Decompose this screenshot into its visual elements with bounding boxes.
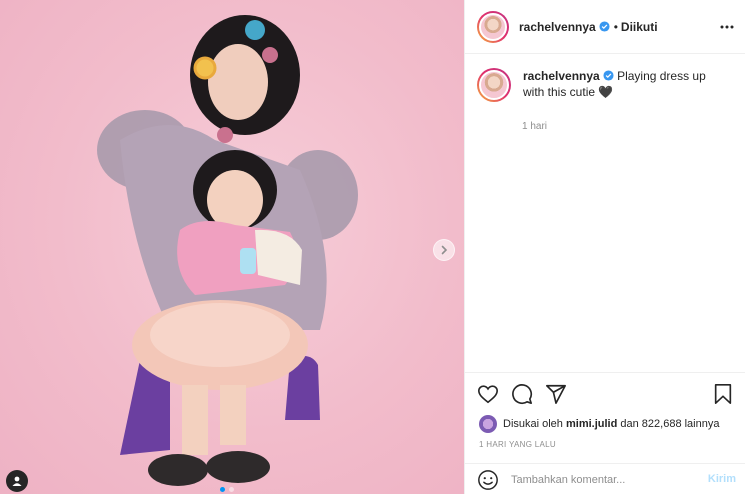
liker-avatar[interactable] (479, 415, 497, 433)
caption-timestamp: 1 hari (522, 121, 548, 132)
heart-icon (478, 385, 498, 404)
carousel-indicator (220, 487, 234, 492)
post-caption: rachelvennya Playing dress up with this … (477, 68, 737, 102)
post-timestamp[interactable]: 1 HARI YANG LALU (479, 440, 556, 449)
verified-icon (603, 70, 614, 81)
more-icon[interactable] (720, 19, 734, 35)
like-button[interactable] (477, 383, 499, 405)
likes-summary: Disukai oleh mimi.julid dan 822,688 lain… (479, 415, 719, 433)
follow-separator: • (613, 19, 618, 34)
comment-input[interactable] (511, 473, 701, 486)
author-username[interactable]: rachelvennya (519, 20, 596, 34)
caption-username[interactable]: rachelvennya (523, 69, 600, 83)
chevron-right-icon (441, 245, 448, 255)
carousel-next-button[interactable] (433, 239, 455, 261)
likes-prefix: Disukai oleh (503, 418, 563, 430)
carousel-dot-active (220, 487, 225, 492)
post-side-panel: rachelvennya • Diikuti rachelvennya Play… (464, 0, 745, 494)
comment-composer: Kirim (465, 463, 745, 494)
post-photo (97, 15, 358, 486)
author-avatar[interactable] (477, 10, 509, 43)
post-header: rachelvennya • Diikuti (465, 0, 745, 54)
comment-icon (512, 384, 533, 405)
bookmark-icon (714, 384, 732, 404)
share-button[interactable] (545, 383, 567, 405)
caption-text: rachelvennya Playing dress up with this … (523, 68, 723, 102)
send-comment-button[interactable]: Kirim (708, 473, 736, 485)
action-icons (477, 383, 567, 405)
follow-status-button[interactable]: Diikuti (621, 20, 658, 34)
carousel-dot (229, 487, 234, 492)
user-tag-icon (12, 476, 22, 486)
caption-author-avatar[interactable] (477, 68, 511, 102)
verified-icon (599, 21, 610, 32)
post-media[interactable] (0, 0, 464, 494)
share-icon (546, 384, 566, 404)
user-tag-button[interactable] (6, 470, 28, 492)
emoji-icon[interactable] (477, 469, 499, 491)
likes-count[interactable]: dan 822,688 lainnya (620, 418, 719, 430)
likes-user[interactable]: mimi.julid (566, 418, 617, 430)
comment-button[interactable] (511, 383, 533, 405)
post-actions: Disukai oleh mimi.julid dan 822,688 lain… (465, 372, 745, 494)
save-button[interactable] (712, 383, 734, 405)
